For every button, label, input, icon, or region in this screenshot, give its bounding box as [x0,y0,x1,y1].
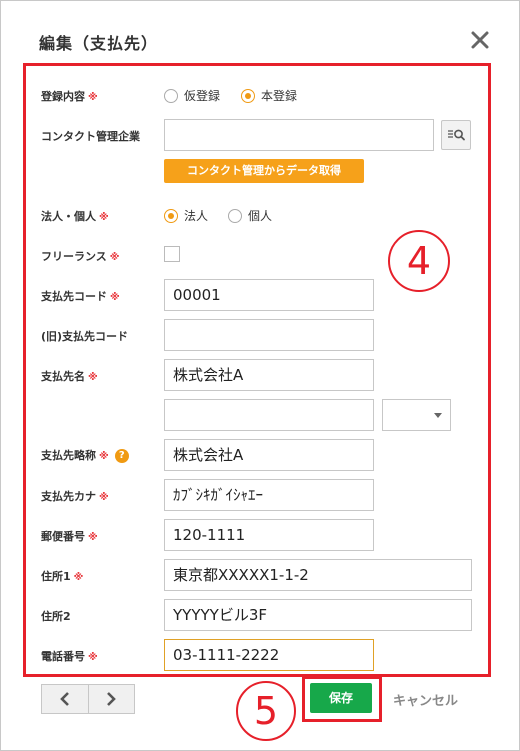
old-payee-code-label: (旧)支払先コード [41,330,129,343]
address2-label: 住所2 [41,610,71,623]
radio-circle [228,208,242,223]
search-button[interactable] [441,120,471,150]
radio-corporation[interactable]: 法人 [164,207,208,224]
close-icon[interactable] [469,29,491,51]
payee-name-second-input[interactable] [164,399,374,431]
radio-registered[interactable]: 本登録 [241,87,297,104]
radio-circle [164,88,178,103]
annotation-step-4: 4 [388,230,450,292]
payee-kana-label: 支払先カナ ※ [41,490,109,503]
cancel-button[interactable]: キャンセル [393,690,458,709]
dialog-title: 編集（支払先） [39,34,159,53]
edit-payee-dialog: 編集（支払先） 登録内容 ※ 仮登録 本登録 コンタクト管理企業 コンタクト管理か… [0,0,520,751]
address1-label: 住所1 ※ [41,570,84,583]
list-search-icon [448,129,465,141]
prev-button[interactable] [41,684,89,714]
annotation-step-5: 5 [236,681,296,741]
payee-short-name-input[interactable]: 株式会社A [164,439,374,471]
entity-type-label: 法人・個人 ※ [41,210,109,223]
payee-name-suffix-select[interactable] [382,399,451,431]
fetch-contact-data-button[interactable]: コンタクト管理からデータ取得 [164,159,364,183]
contact-company-label: コンタクト管理企業 [41,130,140,143]
address1-input[interactable]: 東京都XXXXX1-1-2 [164,559,472,591]
chevron-left-icon [60,692,69,706]
old-payee-code-input[interactable] [164,319,374,351]
contact-company-input[interactable] [164,119,434,151]
registration-label: 登録内容 ※ [41,90,98,103]
postal-code-input[interactable]: 120-1111 [164,519,374,551]
payee-name-label: 支払先名 ※ [41,370,98,383]
payee-kana-input[interactable]: ｶﾌﾞｼｷｶﾞｲｼｬｴｰ [164,479,374,511]
phone-label: 電話番号 ※ [41,650,98,663]
payee-code-input[interactable]: 00001 [164,279,374,311]
next-button[interactable] [88,684,135,714]
payee-name-input[interactable]: 株式会社A [164,359,374,391]
freelance-label: フリーランス ※ [41,250,120,263]
radio-provisional[interactable]: 仮登録 [164,87,220,104]
save-button[interactable]: 保存 [310,683,372,713]
payee-short-name-label: 支払先略称 ※? [41,447,129,463]
chevron-right-icon [107,692,116,706]
radio-individual[interactable]: 個人 [228,207,272,224]
address2-input[interactable]: YYYYYビル3F [164,599,472,631]
chevron-down-icon [434,413,442,418]
help-icon[interactable]: ? [114,449,129,463]
phone-input[interactable]: 03-1111-2222 [164,639,374,671]
freelance-checkbox[interactable] [164,246,180,262]
radio-circle-selected [164,208,178,223]
payee-code-label: 支払先コード ※ [41,290,120,303]
postal-code-label: 郵便番号 ※ [41,530,98,543]
radio-circle-selected [241,88,255,103]
